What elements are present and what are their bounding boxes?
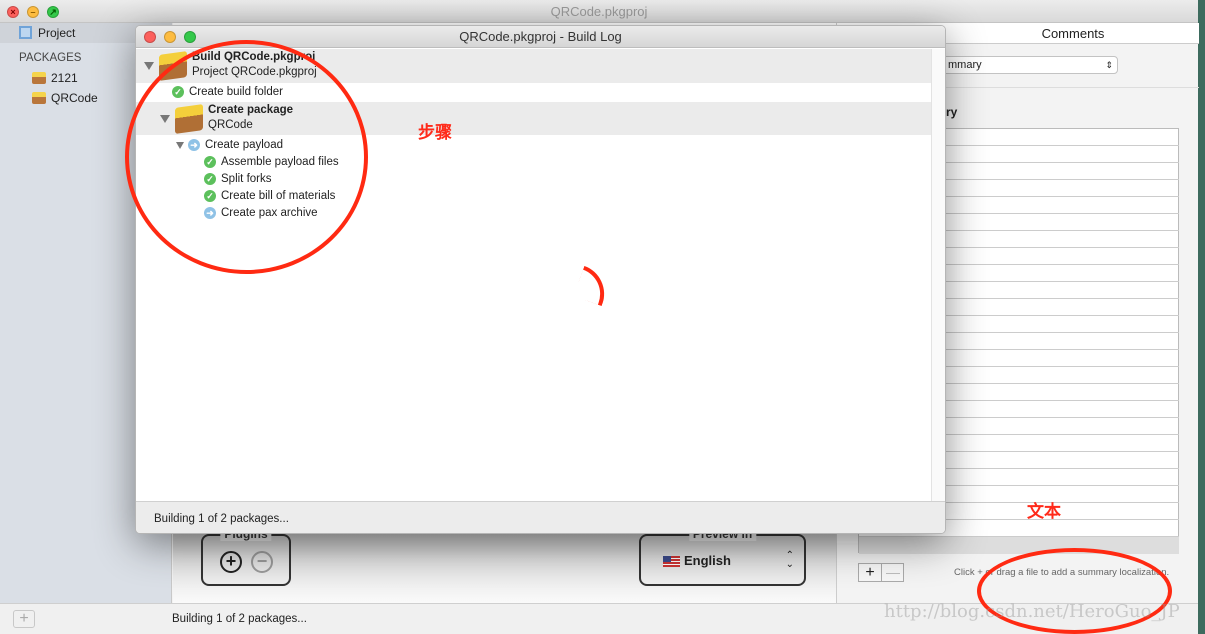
remove-plugin-button[interactable]: − [251, 551, 273, 573]
package-icon [32, 72, 46, 84]
zoom-button[interactable] [184, 31, 196, 43]
add-localization-button[interactable]: + [859, 564, 882, 581]
watermark: http://blog.csdn.net/HeroGuo_JP [884, 601, 1180, 622]
zoom-button[interactable]: ↗ [47, 6, 59, 18]
plugins-group: Plugins + − [201, 527, 291, 586]
package-label: QRCode [51, 91, 98, 105]
preview-language: English [684, 553, 731, 568]
sidebar-item-package[interactable]: QRCode [32, 91, 98, 105]
us-flag-icon [663, 556, 680, 567]
add-plugin-button[interactable]: + [220, 551, 242, 573]
summary-popup[interactable]: mmary ⇕ [941, 56, 1118, 74]
minimize-button[interactable] [164, 31, 176, 43]
scrollbar[interactable] [931, 49, 945, 501]
main-window-title: QRCode.pkgproj [550, 4, 648, 19]
packages-header: PACKAGES [19, 52, 82, 64]
preview-group[interactable]: Preview in English ⌃ ⌄ [639, 527, 806, 586]
build-status-text: Building 1 of 2 packages... [154, 513, 289, 525]
status-text: Building 1 of 2 packages... [172, 613, 307, 625]
table-buttons: + — [858, 563, 904, 582]
disclosure-triangle-icon[interactable] [144, 62, 154, 70]
annotation-steps-label: 步骤 [418, 123, 452, 142]
section-title: ry [946, 105, 958, 119]
package-icon [32, 92, 46, 104]
popup-value: mmary [948, 59, 982, 71]
annotation-circle [125, 40, 368, 274]
updown-chevron-icon: ⌃ ⌄ [785, 550, 794, 570]
main-title-bar: QRCode.pkgproj [0, 0, 1198, 23]
add-package-button[interactable]: + [13, 610, 35, 628]
tab-label: Comments [1041, 26, 1105, 41]
updown-chevron-icon: ⇕ [1105, 60, 1113, 70]
close-button[interactable] [144, 31, 156, 43]
remove-localization-button[interactable]: — [882, 564, 904, 581]
close-button[interactable]: × [7, 6, 19, 18]
project-label: Project [38, 26, 76, 40]
package-label: 2121 [51, 71, 78, 85]
table-row[interactable] [859, 537, 1179, 554]
project-icon [19, 26, 32, 39]
build-log-title: QRCode.pkgproj - Build Log [459, 29, 622, 44]
annotation-text-label: 文本 [1027, 502, 1061, 521]
build-log-status: Building 1 of 2 packages... [136, 501, 945, 533]
sidebar-item-package[interactable]: 2121 [32, 71, 78, 85]
minimize-button[interactable]: – [27, 6, 39, 18]
